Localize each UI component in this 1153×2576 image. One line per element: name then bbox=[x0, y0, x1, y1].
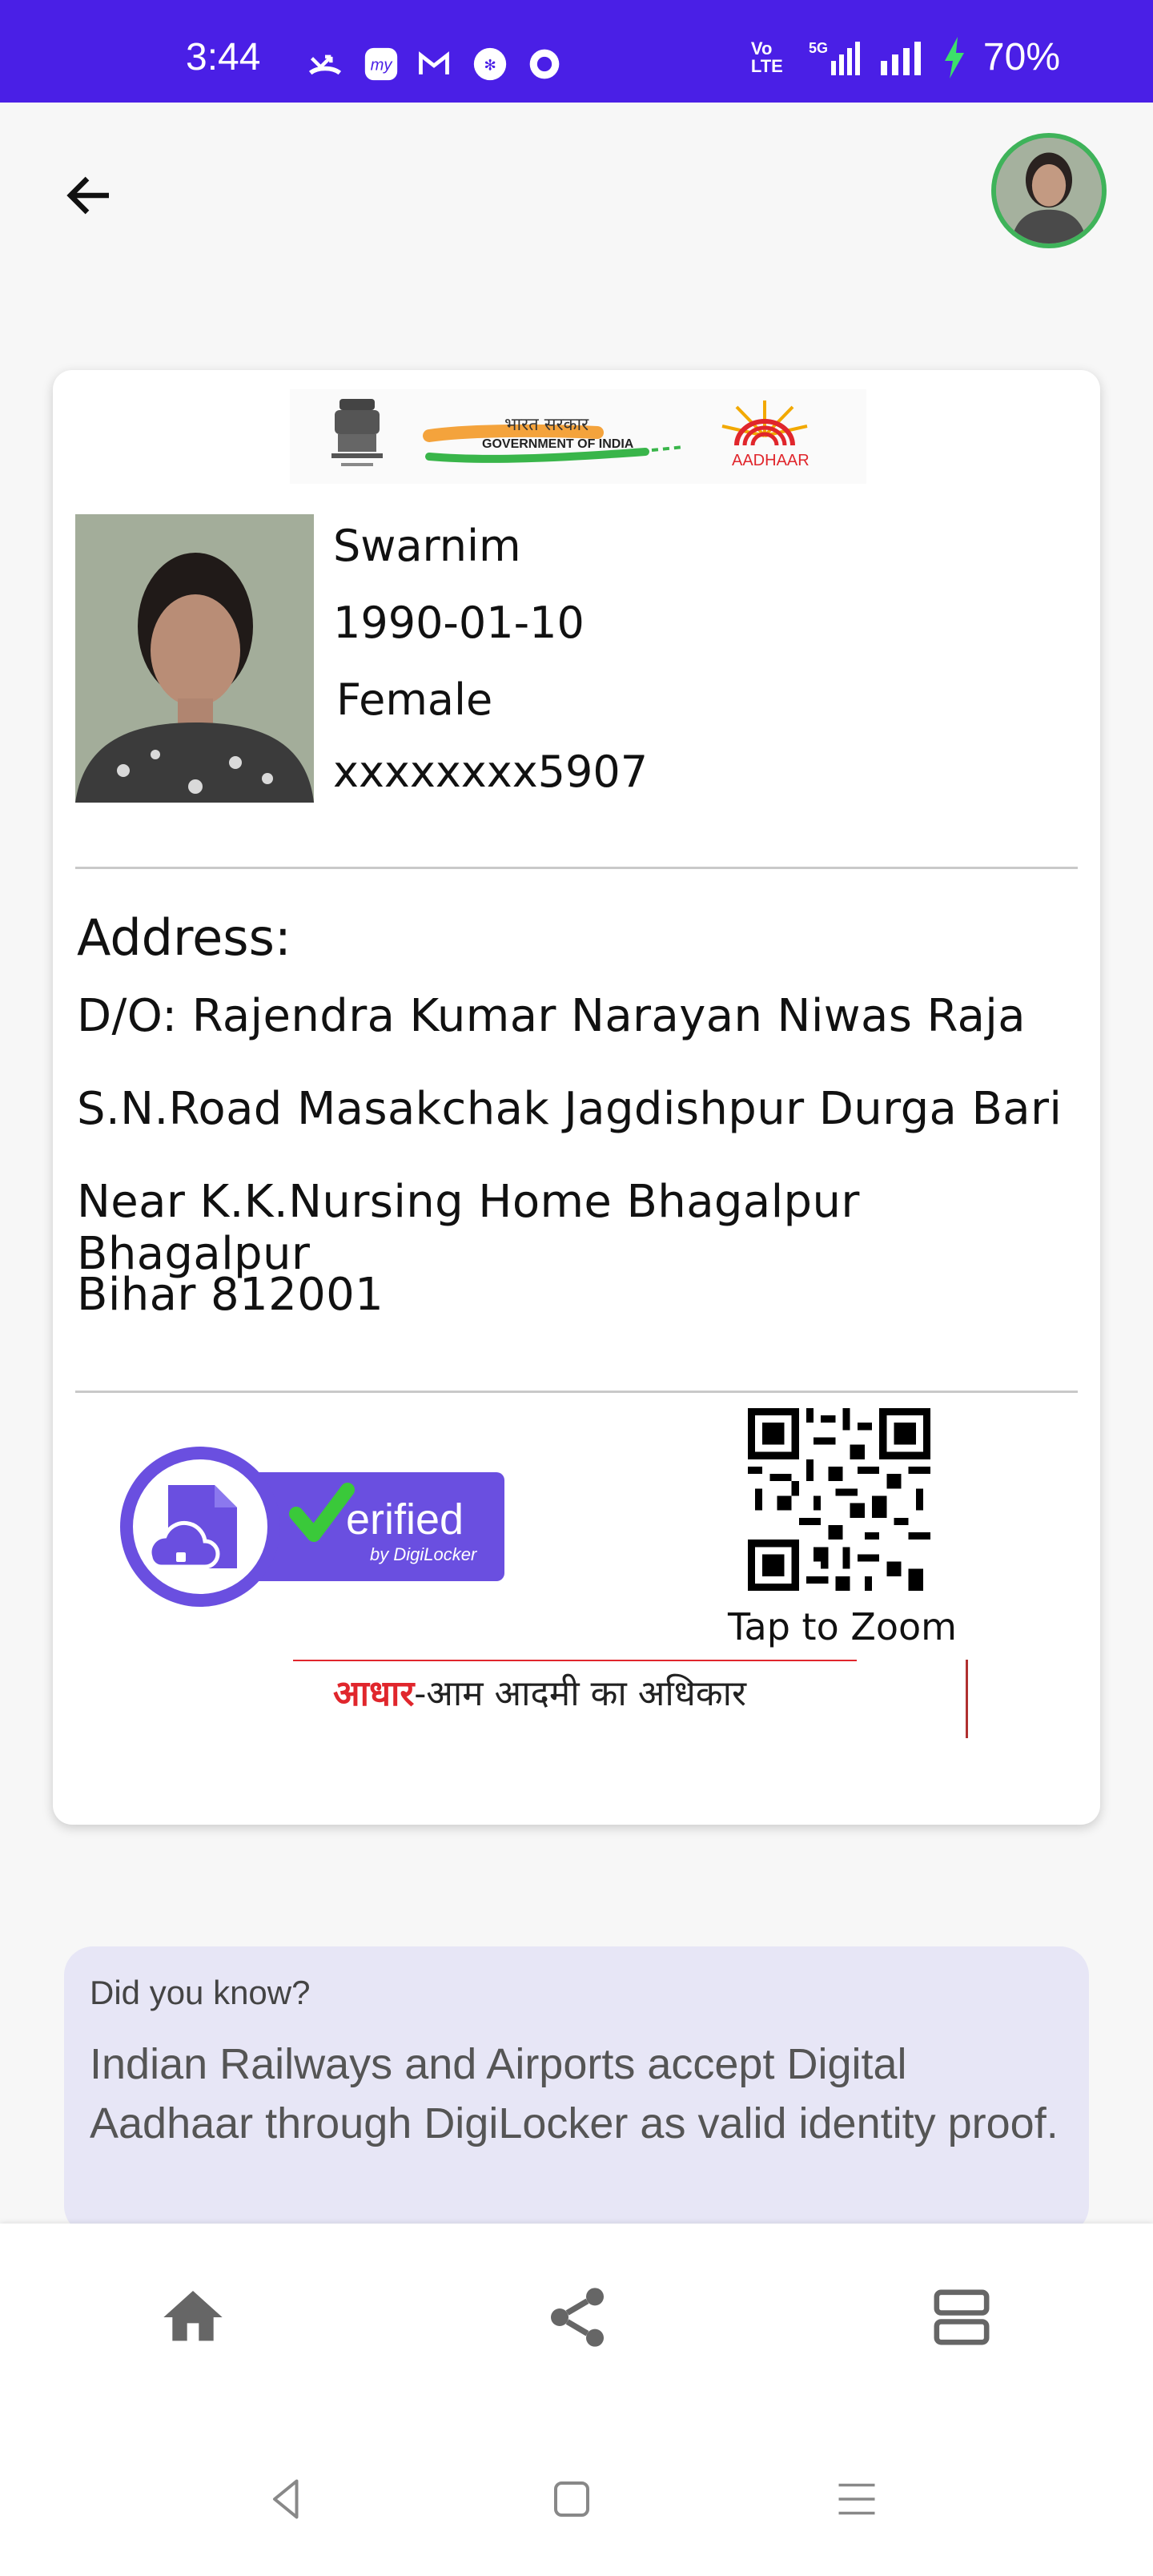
myjio-icon: my bbox=[364, 47, 398, 81]
gov-hindi-text: भारत सरकार bbox=[504, 415, 589, 435]
battery-percent: 70% bbox=[982, 36, 1060, 78]
status-right: Vo LTE 5G 70% bbox=[751, 35, 1060, 79]
did-you-know-heading: Did you know? bbox=[90, 1974, 311, 2011]
home-button[interactable] bbox=[149, 2273, 237, 2361]
home-square-icon bbox=[554, 2481, 589, 2517]
divider-bottom bbox=[75, 1391, 1078, 1393]
verified-text: erified bbox=[346, 1495, 464, 1544]
emblem-icon bbox=[331, 399, 383, 466]
aadhaar-slogan: आधार-आम आदमी का अधिकार bbox=[293, 1660, 974, 1746]
holder-gender: Female bbox=[336, 674, 493, 725]
arrow-left-icon bbox=[66, 176, 109, 215]
missed-call-icon bbox=[308, 54, 342, 75]
svg-text:5G: 5G bbox=[809, 40, 828, 56]
aadhaar-card[interactable]: भारत सरकार GOVERNMENT OF INDIA AADHAAR S… bbox=[53, 370, 1100, 1825]
back-triangle-icon bbox=[273, 2479, 299, 2519]
slogan-rule-vertical bbox=[966, 1660, 968, 1738]
holder-dob: 1990-01-10 bbox=[333, 598, 585, 648]
svg-text:✻: ✻ bbox=[484, 56, 496, 73]
signal-icon bbox=[880, 41, 921, 75]
volte-icon: Vo LTE bbox=[750, 38, 783, 76]
verified-badge: erified by DigiLocker bbox=[119, 1445, 511, 1608]
user-avatar-image bbox=[996, 138, 1102, 244]
aadhaar-logo-text: AADHAAR bbox=[732, 452, 810, 469]
did-you-know-banner: Did you know? Indian Railways and Airpor… bbox=[64, 1946, 1089, 2235]
view-agenda-icon bbox=[934, 2289, 990, 2345]
slogan-red-text: आधार bbox=[333, 1673, 415, 1714]
aadhaar-logo-icon bbox=[721, 400, 808, 446]
home-icon bbox=[163, 2291, 223, 2341]
view-agenda-button[interactable] bbox=[918, 2273, 1006, 2361]
did-you-know-body: Indian Railways and Airports accept Digi… bbox=[90, 2040, 1059, 2147]
gov-english-text: GOVERNMENT OF INDIA bbox=[482, 437, 634, 451]
share-icon bbox=[551, 2288, 604, 2347]
charging-icon bbox=[944, 36, 964, 78]
gmail-icon bbox=[419, 51, 449, 74]
system-back-button[interactable] bbox=[255, 2467, 319, 2531]
slogan-rule bbox=[293, 1660, 857, 1661]
back-button[interactable] bbox=[51, 157, 128, 234]
holder-name: Swarnim bbox=[333, 521, 521, 571]
slogan-text: -आम आदमी का अधिकार bbox=[414, 1673, 747, 1714]
status-time: 3:44 bbox=[186, 36, 261, 78]
system-home-button[interactable] bbox=[540, 2467, 604, 2531]
verified-subtext: by DigiLocker bbox=[370, 1544, 477, 1564]
address-line-3: Near K.K.Nursing Home Bhagalpur Bhagalpu… bbox=[77, 1176, 860, 1280]
qr-code[interactable] bbox=[748, 1408, 930, 1591]
address-line-4: Bihar 812001 bbox=[77, 1269, 384, 1321]
gov-header: भारत सरकार GOVERNMENT OF INDIA AADHAAR bbox=[290, 389, 866, 484]
svg-text:my: my bbox=[371, 56, 394, 74]
holder-photo-image bbox=[75, 514, 314, 803]
address-line-1: D/O: Rajendra Kumar Narayan Niwas Raja bbox=[77, 990, 1026, 1042]
address-line-2: S.N.Road Masakchak Jagdishpur Durga Bari bbox=[77, 1083, 1063, 1135]
address-title: Address: bbox=[77, 908, 291, 967]
holder-photo bbox=[75, 514, 314, 803]
qr-code-graphic bbox=[748, 1408, 930, 1591]
aadhaar-number: xxxxxxxx5907 bbox=[333, 747, 649, 797]
record-icon bbox=[529, 49, 560, 79]
app-notification-icon: ✻ bbox=[473, 47, 507, 81]
tap-to-zoom-label[interactable]: Tap to Zoom bbox=[722, 1605, 962, 1648]
menu-lines-icon bbox=[838, 2483, 875, 2515]
signal-5g-icon: 5G bbox=[809, 40, 860, 75]
status-bar: 3:44 my ✻ Vo LTE 5G 70% bbox=[0, 0, 1153, 103]
profile-avatar[interactable] bbox=[991, 133, 1107, 248]
system-menu-button[interactable] bbox=[825, 2467, 889, 2531]
share-button[interactable] bbox=[533, 2273, 621, 2361]
divider-top bbox=[75, 867, 1078, 869]
